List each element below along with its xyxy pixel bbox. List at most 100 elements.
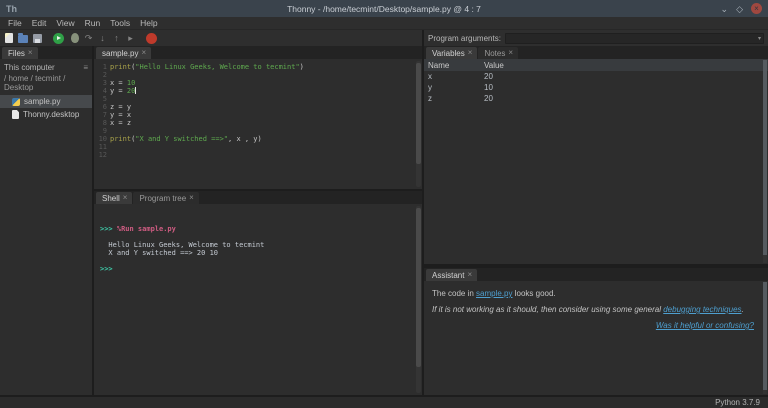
- menu-file[interactable]: File: [4, 17, 26, 29]
- variable-name: x: [424, 72, 484, 81]
- code-area[interactable]: print("Hello Linux Geeks, Welcome to tec…: [110, 63, 422, 189]
- code-line: z = y: [110, 103, 422, 111]
- files-panel: Files This computer ≡ / home / tecmint /…: [0, 46, 94, 395]
- assistant-link[interactable]: debugging techniques: [663, 305, 741, 314]
- tab-shell-shell[interactable]: Shell: [96, 192, 132, 204]
- line-number: 12: [94, 151, 107, 159]
- assistant-content: The code in sample.py looks good. If it i…: [424, 281, 768, 395]
- code-token: x = z: [110, 119, 131, 127]
- menubar: FileEditViewRunToolsHelp: [0, 17, 768, 30]
- resume-icon[interactable]: ▸: [126, 33, 135, 44]
- variable-name: z: [424, 94, 484, 103]
- code-token: y =: [110, 87, 127, 95]
- close-tab-icon[interactable]: [123, 194, 128, 202]
- code-line: [110, 151, 422, 159]
- save-file-icon[interactable]: [33, 34, 42, 43]
- code-editor[interactable]: 123456789101112 print("Hello Linux Geeks…: [94, 59, 422, 189]
- program-arguments-label: Program arguments:: [428, 34, 501, 43]
- assistant-panel: Assistant The code in sample.py looks go…: [424, 268, 768, 395]
- step-out-icon[interactable]: ↑: [112, 33, 121, 43]
- menu-tools[interactable]: Tools: [106, 17, 134, 29]
- tab-sample-py[interactable]: sample.py: [96, 47, 151, 59]
- tab-vars-notes[interactable]: Notes: [478, 47, 518, 59]
- assistant-paragraph: The code in sample.py looks good.: [432, 289, 754, 298]
- line-number: 8: [94, 119, 107, 127]
- editor-scrollbar[interactable]: [416, 61, 421, 187]
- step-over-icon[interactable]: ↷: [84, 33, 93, 44]
- assistant-text: .: [742, 305, 744, 314]
- code-line: x = z: [110, 119, 422, 127]
- debug-script-icon[interactable]: [71, 33, 79, 43]
- maximize-icon[interactable]: ◇: [736, 4, 743, 14]
- menu-view[interactable]: View: [52, 17, 78, 29]
- shell-output[interactable]: >>> %Run sample.py Hello Linux Geeks, We…: [94, 204, 422, 395]
- line-number: 4: [94, 87, 107, 95]
- statusbar: Python 3.7.9: [0, 395, 768, 408]
- code-line: print("X and Y switched ==>", x , y): [110, 135, 422, 143]
- left-region: ↷ ↓ ↑ ▸ Files This computer: [0, 30, 422, 395]
- file-item[interactable]: sample.py: [0, 95, 92, 108]
- close-tab-icon[interactable]: [28, 49, 33, 57]
- toolbar: ↷ ↓ ↑ ▸: [0, 30, 422, 46]
- step-into-icon[interactable]: ↓: [98, 33, 107, 43]
- tab-assistant[interactable]: Assistant: [426, 269, 477, 281]
- code-line: y = 20: [110, 87, 422, 95]
- window-controls: ⌄ ◇ ×: [721, 3, 762, 14]
- code-token: , x , y): [228, 135, 262, 143]
- files-body: This computer ≡ / home / tecmint / Deskt…: [0, 59, 92, 395]
- chevron-down-icon[interactable]: ▾: [758, 35, 761, 42]
- code-token: print: [110, 63, 131, 71]
- menu-run[interactable]: Run: [81, 17, 105, 29]
- minimize-icon[interactable]: ⌄: [721, 4, 729, 14]
- table-row[interactable]: y10: [424, 82, 768, 93]
- menu-help[interactable]: Help: [136, 17, 161, 29]
- assistant-text: If it is not working as it should, then …: [432, 305, 663, 314]
- shell-token: >>>: [100, 225, 117, 233]
- menu-edit[interactable]: Edit: [28, 17, 51, 29]
- open-file-icon[interactable]: [18, 35, 28, 43]
- code-line: [110, 127, 422, 135]
- files-path: / home / tecmint / Desktop: [0, 73, 92, 95]
- file-item[interactable]: Thonny.desktop: [0, 108, 92, 121]
- close-tab-icon[interactable]: [141, 49, 146, 57]
- variables-rows: x20y10z20: [424, 71, 768, 104]
- shell-tabbar: ShellProgram tree: [94, 191, 422, 204]
- variables-scrollbar[interactable]: [763, 60, 767, 263]
- column-value[interactable]: Value: [484, 61, 504, 70]
- close-icon[interactable]: ×: [751, 3, 762, 14]
- table-row[interactable]: x20: [424, 71, 768, 82]
- new-file-icon[interactable]: [5, 33, 13, 43]
- close-tab-icon[interactable]: [189, 194, 194, 202]
- file-icon: [12, 110, 19, 119]
- close-tab-icon[interactable]: [508, 49, 513, 57]
- python-version[interactable]: Python 3.7.9: [715, 398, 760, 407]
- shell-token: >>>: [100, 265, 117, 273]
- feedback-link[interactable]: Was it helpful or confusing?: [656, 321, 754, 330]
- menu-hamburger-icon[interactable]: ≡: [83, 63, 88, 72]
- code-token: 20: [127, 87, 135, 95]
- program-arguments-input[interactable]: ▾: [505, 33, 764, 44]
- run-script-icon[interactable]: [53, 33, 64, 44]
- line-number: 6: [94, 103, 107, 111]
- thonny-window: Th Thonny - /home/tecmint/Desktop/sample…: [0, 0, 768, 408]
- variables-table: Name Value x20y10z20: [424, 59, 768, 264]
- column-name[interactable]: Name: [424, 61, 484, 70]
- file-list: sample.py Thonny.desktop: [0, 95, 92, 121]
- shell-scrollbar[interactable]: [416, 206, 421, 393]
- assistant-scrollbar[interactable]: [763, 282, 767, 394]
- line-number: 2: [94, 71, 107, 79]
- file-item-label: sample.py: [24, 97, 60, 106]
- tab-files-label: Files: [8, 49, 25, 58]
- stop-icon[interactable]: [146, 33, 157, 44]
- files-header: This computer ≡: [0, 62, 92, 73]
- close-tab-icon[interactable]: [468, 49, 473, 57]
- close-tab-icon[interactable]: [467, 271, 472, 279]
- table-row[interactable]: z20: [424, 93, 768, 104]
- code-token: print: [110, 135, 131, 143]
- tab-files[interactable]: Files: [2, 47, 38, 59]
- code-token: "X and Y switched ==>": [135, 135, 228, 143]
- tab-vars-variables[interactable]: Variables: [426, 47, 477, 59]
- tab-shell-program-tree[interactable]: Program tree: [133, 192, 198, 204]
- shell-line: >>>: [100, 265, 422, 273]
- assistant-link[interactable]: sample.py: [476, 289, 512, 298]
